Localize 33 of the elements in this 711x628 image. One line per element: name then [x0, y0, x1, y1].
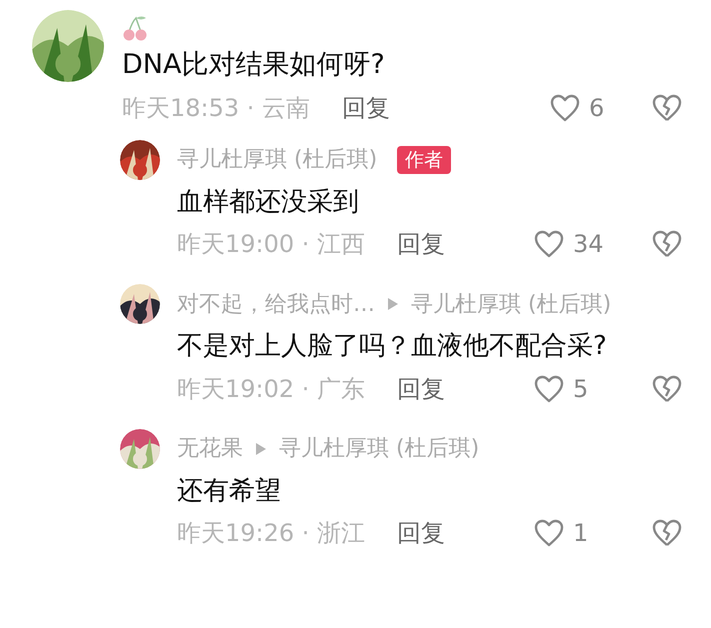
username[interactable]: 对不起，给我点时… [177, 288, 375, 321]
like-count: 6 [589, 92, 606, 124]
broken-heart-icon[interactable] [651, 92, 683, 123]
username[interactable]: 无花果 [177, 432, 243, 466]
comment-text: 血样都还没采到 [177, 186, 360, 218]
like-count: 1 [573, 518, 590, 550]
reply-link[interactable]: 回复 [397, 515, 446, 552]
heart-icon[interactable] [533, 374, 565, 404]
heart-icon[interactable] [549, 92, 581, 123]
comment-time-location: 昨天19:26 · 浙江 [177, 518, 366, 550]
reply-to-username[interactable]: 寻儿杜厚琪 (杜后琪) [279, 432, 480, 466]
like-count: 34 [573, 229, 605, 260]
comment-time-location: 昨天19:00 · 江西 [177, 229, 366, 260]
broken-heart-icon[interactable] [651, 518, 683, 548]
username[interactable]: 寻儿杜厚琪 (杜后琪) [177, 143, 378, 176]
heart-icon[interactable] [533, 229, 565, 260]
play-icon [387, 297, 399, 312]
comment-text: 不是对上人脸了吗？血液他不配合采? [177, 330, 608, 363]
cherry-icon [122, 14, 148, 42]
comment-time-location: 昨天19:02 · 广东 [177, 374, 366, 405]
author-tag: 作者 [397, 146, 452, 174]
reply-link[interactable]: 回复 [342, 90, 390, 126]
comment-text: DNA比对结果如何呀? [122, 48, 386, 82]
comment-text: 还有希望 [177, 474, 282, 508]
reply-link[interactable]: 回复 [397, 370, 446, 407]
broken-heart-icon[interactable] [651, 374, 683, 404]
reply-link[interactable]: 回复 [397, 226, 446, 262]
comment-time-location: 昨天18:53 · 云南 [122, 92, 310, 124]
play-icon [255, 442, 267, 456]
broken-heart-icon[interactable] [651, 229, 683, 260]
like-count: 5 [573, 374, 590, 405]
heart-icon[interactable] [533, 518, 565, 548]
reply-to-username[interactable]: 寻儿杜厚琪 (杜后琪) [411, 288, 612, 321]
